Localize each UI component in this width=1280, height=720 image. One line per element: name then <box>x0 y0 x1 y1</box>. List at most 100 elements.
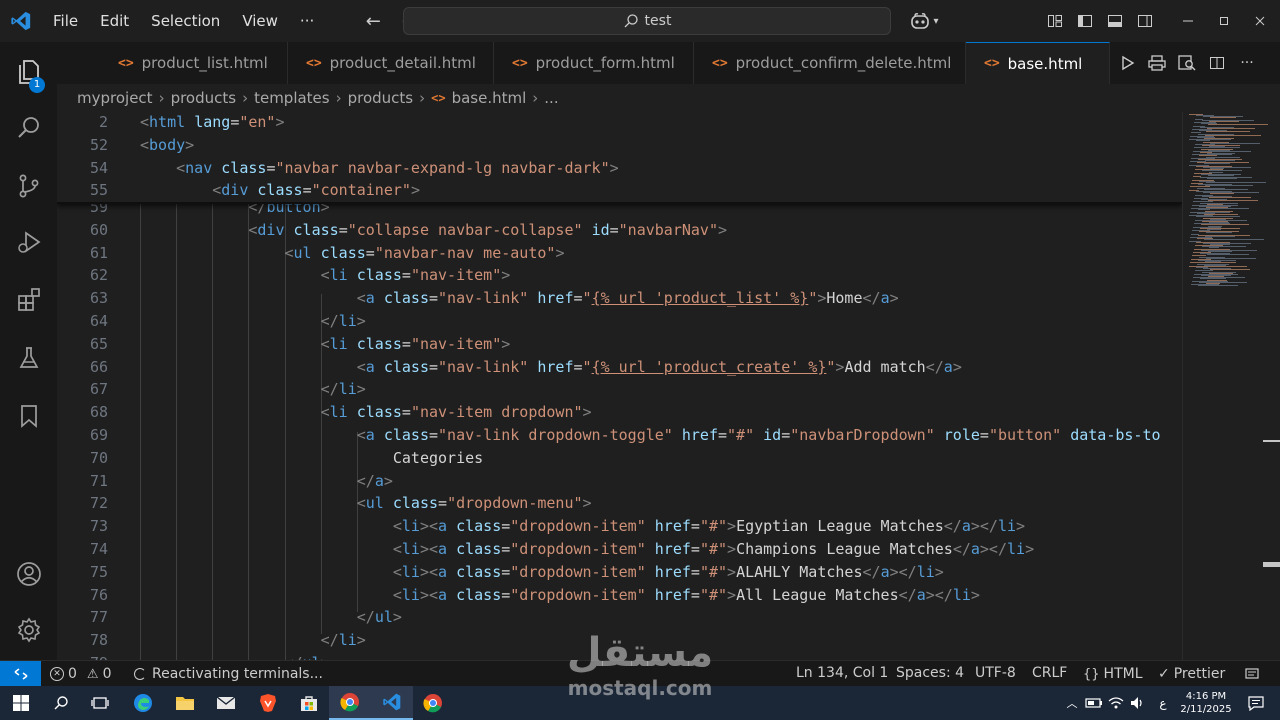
bookmark-icon[interactable] <box>0 392 57 440</box>
minimap-line <box>1205 160 1235 161</box>
code-line[interactable]: 74 <li><a class="dropdown-item" href="#"… <box>57 538 1182 561</box>
back-arrow-icon[interactable]: ← <box>355 11 391 32</box>
code-line[interactable]: 73 <li><a class="dropdown-item" href="#"… <box>57 515 1182 538</box>
volume-icon[interactable] <box>1127 686 1149 720</box>
more-actions-icon[interactable]: ··· <box>1232 42 1262 84</box>
line-number: 60 <box>89 220 108 239</box>
problems-indicator[interactable]: ✕ 0 ⚠ 0 <box>50 661 112 687</box>
tab-product-confirm-delete[interactable]: <> product_confirm_delete.html <box>694 42 966 84</box>
settings-gear-icon[interactable] <box>0 606 57 654</box>
account-icon[interactable] <box>0 550 57 598</box>
tab-product-list[interactable]: <> product_list.html <box>100 42 288 84</box>
code-line[interactable]: 61 <ul class="navbar-nav me-auto"> <box>57 242 1182 265</box>
run-debug-icon[interactable] <box>0 218 57 266</box>
code-line[interactable]: 76 <li><a class="dropdown-item" href="#"… <box>57 584 1182 607</box>
breadcrumb-item[interactable]: products <box>171 89 237 107</box>
menu-more[interactable]: ··· <box>289 0 325 42</box>
edge-browser-icon[interactable] <box>122 686 164 720</box>
breadcrumb-item[interactable]: myproject <box>77 89 153 107</box>
toggle-secondary-sidebar-icon[interactable] <box>1130 0 1160 42</box>
search-view-icon[interactable] <box>0 104 57 152</box>
tab-label: product_confirm_delete.html <box>735 54 952 72</box>
code-line[interactable]: 69 <a class="nav-link dropdown-toggle" h… <box>57 424 1182 447</box>
code-line[interactable]: 75 <li><a class="dropdown-item" href="#"… <box>57 561 1182 584</box>
notification-center-icon[interactable] <box>1240 686 1272 720</box>
code-line[interactable]: 52 <body> <box>57 134 1182 157</box>
testing-flask-icon[interactable] <box>0 334 57 382</box>
clock[interactable]: 4:16 PM 2/11/2025 <box>1176 686 1236 720</box>
breadcrumb-item[interactable]: ... <box>544 89 558 107</box>
microsoft-store-icon[interactable] <box>288 686 330 720</box>
vertical-scrollbar[interactable] <box>1263 112 1280 660</box>
tray-overflow-chevron-icon[interactable]: ︿ <box>1062 686 1082 720</box>
minimize-icon[interactable] <box>1170 0 1206 42</box>
menu-view[interactable]: View <box>231 0 289 42</box>
wifi-icon[interactable] <box>1105 686 1127 720</box>
code-line[interactable]: 77 </ul> <box>57 606 1182 629</box>
menu-file[interactable]: File <box>42 0 89 42</box>
copilot-icon[interactable]: ▾ <box>904 0 944 42</box>
code-line[interactable]: 70 Categories <box>57 447 1182 470</box>
maximize-icon[interactable] <box>1206 0 1242 42</box>
code-line[interactable]: 64 </li> <box>57 310 1182 333</box>
input-language[interactable]: ع <box>1152 686 1174 720</box>
prettier-status[interactable]: ✓ Prettier <box>1158 661 1225 687</box>
language-mode[interactable]: {} HTML <box>1083 661 1143 687</box>
print-icon[interactable] <box>1142 42 1172 84</box>
battery-icon[interactable] <box>1083 686 1105 720</box>
toggle-primary-sidebar-icon[interactable] <box>1070 0 1100 42</box>
code-editor[interactable]: 59 </button> 60 <div class="collapse navb… <box>57 112 1182 660</box>
vscode-taskbar-icon[interactable] <box>371 686 413 720</box>
end-of-line[interactable]: CRLF <box>1032 661 1067 687</box>
code-line[interactable]: 67 </li> <box>57 378 1182 401</box>
line-number: 79 <box>57 652 108 660</box>
code-text: <html lang="en"> <box>140 113 285 131</box>
split-editor-icon[interactable] <box>1202 42 1232 84</box>
code-line[interactable]: 65 <li class="nav-item"> <box>57 333 1182 356</box>
breadcrumb-item[interactable]: products <box>348 89 414 107</box>
toggle-panel-icon[interactable] <box>1100 0 1130 42</box>
task-view-icon[interactable] <box>79 686 121 720</box>
close-window-icon[interactable] <box>1242 0 1278 42</box>
breadcrumb-item[interactable]: base.html <box>452 89 527 107</box>
breadcrumb-item[interactable]: templates <box>254 89 330 107</box>
extensions-icon[interactable] <box>0 276 57 324</box>
code-line[interactable]: 72 <ul class="dropdown-menu"> <box>57 492 1182 515</box>
code-text: <nav class="navbar navbar-expand-lg navb… <box>176 158 619 177</box>
status-activity[interactable]: Reactivating terminals... <box>134 661 323 687</box>
tab-base[interactable]: <> base.html <box>966 42 1110 84</box>
explorer-icon[interactable]: 1 <box>0 48 57 96</box>
mail-icon[interactable] <box>205 686 247 720</box>
menu-edit[interactable]: Edit <box>89 0 140 42</box>
notifications-bell-icon[interactable] <box>1244 661 1260 687</box>
minimap-line <box>1198 285 1238 287</box>
tab-product-detail[interactable]: <> product_detail.html <box>288 42 494 84</box>
remote-indicator-icon[interactable] <box>0 661 41 687</box>
code-line[interactable]: 68 <li class="nav-item dropdown"> <box>57 401 1182 424</box>
code-line[interactable]: 63 <a class="nav-link" href="{% url 'pro… <box>57 287 1182 310</box>
indentation[interactable]: Spaces: 4 <box>896 661 964 687</box>
source-control-icon[interactable] <box>0 162 57 210</box>
search-taskbar-icon[interactable] <box>40 686 82 720</box>
encoding[interactable]: UTF-8 <box>975 661 1016 687</box>
code-line[interactable]: 2 <html lang="en"> <box>57 112 1182 134</box>
minimap-line <box>1206 257 1256 259</box>
cursor-position[interactable]: Ln 134, Col 1 <box>796 661 888 687</box>
code-line[interactable]: 60 <div class="collapse navbar-collapse"… <box>57 219 1182 242</box>
preview-search-icon[interactable] <box>1172 42 1202 84</box>
command-center-search[interactable]: test <box>403 7 891 35</box>
code-line[interactable]: 66 <a class="nav-link" href="{% url 'pro… <box>57 356 1182 379</box>
tab-product-form[interactable]: <> product_form.html <box>494 42 694 84</box>
code-line[interactable]: 54 <nav class="navbar navbar-expand-lg n… <box>57 157 1182 180</box>
windows-start-icon[interactable] <box>0 686 42 720</box>
brave-browser-icon[interactable] <box>247 686 289 720</box>
menu-selection[interactable]: Selection <box>140 0 231 42</box>
file-explorer-icon[interactable] <box>164 686 206 720</box>
code-line[interactable]: 71 </a> <box>57 470 1182 493</box>
code-line[interactable]: 55 <div class="container"> <box>57 179 1182 202</box>
code-line[interactable]: 62 <li class="nav-item"> <box>57 264 1182 287</box>
chrome-profile-icon[interactable] <box>412 686 454 720</box>
chrome-icon[interactable] <box>329 686 371 720</box>
run-icon[interactable] <box>1112 42 1142 84</box>
customize-layout-icon[interactable] <box>1040 0 1070 42</box>
